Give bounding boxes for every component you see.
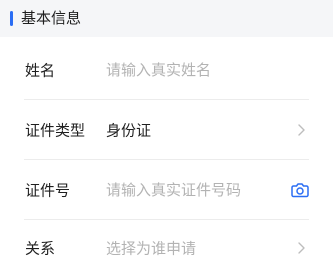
section-title: 基本信息 — [21, 9, 82, 27]
id-number-row[interactable]: 证件号 — [0, 160, 333, 220]
chevron-right-icon — [298, 124, 305, 136]
name-label: 姓名 — [25, 61, 56, 80]
id-number-input[interactable] — [106, 181, 276, 199]
id-type-row[interactable]: 证件类型 身份证 — [0, 100, 333, 160]
relation-placeholder: 选择为谁申请 — [106, 239, 197, 258]
section-accent-bar — [10, 11, 13, 26]
id-type-label: 证件类型 — [25, 121, 86, 140]
id-type-value: 身份证 — [106, 121, 152, 140]
name-input[interactable] — [106, 61, 276, 79]
relation-label: 关系 — [25, 239, 56, 258]
name-row[interactable]: 姓名 — [0, 40, 333, 100]
id-number-label: 证件号 — [25, 181, 71, 200]
section-header: 基本信息 — [0, 0, 333, 37]
relation-row[interactable]: 关系 选择为谁申请 — [0, 218, 333, 278]
camera-icon[interactable] — [291, 182, 309, 198]
chevron-right-icon — [298, 242, 305, 254]
basic-info-form: 姓名 证件类型 身份证 证件号 关系 选择为谁申请 — [0, 37, 333, 279]
